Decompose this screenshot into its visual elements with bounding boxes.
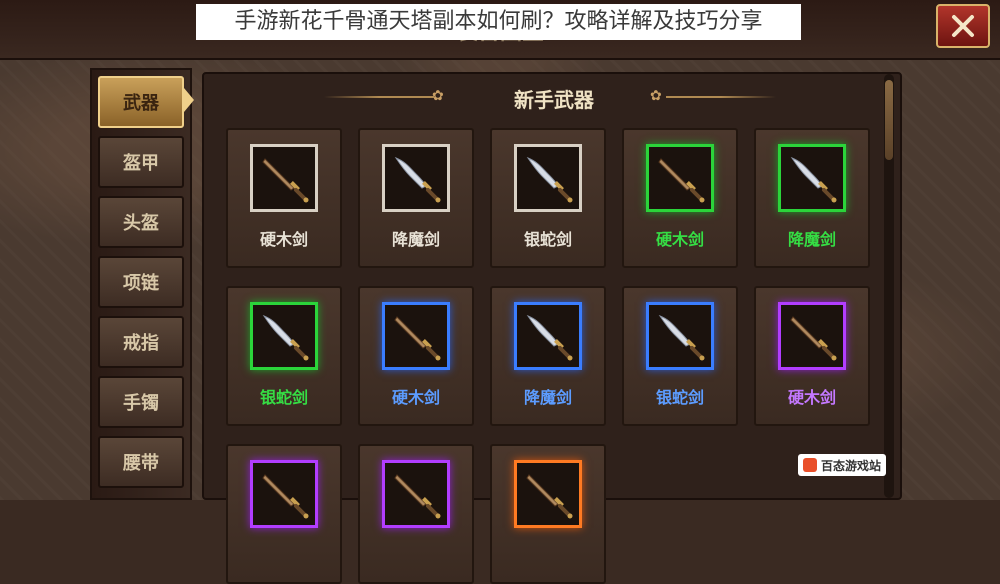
item-card[interactable] <box>490 444 606 584</box>
section-title: 新手武器 <box>514 88 594 112</box>
item-slot <box>250 302 318 370</box>
item-card[interactable]: 银蛇剑 <box>622 286 738 426</box>
close-button[interactable] <box>936 4 990 48</box>
item-card[interactable]: 硬木剑 <box>358 286 474 426</box>
wooden-sword-icon <box>394 316 441 361</box>
item-name: 硬木剑 <box>259 230 308 249</box>
wooden-sword-icon <box>262 158 309 203</box>
item-slot <box>778 302 846 370</box>
item-slot <box>250 460 318 528</box>
item-card[interactable]: 降魔剑 <box>490 286 606 426</box>
article-caption: 手游新花千骨通天塔副本如何刷？攻略详解及技巧分享 <box>196 4 801 40</box>
sidebar-item-0[interactable]: 武器 <box>98 76 184 128</box>
equipment-panel: ✿ 新手武器 ✿ 硬木剑 降魔剑 银蛇剑 硬木剑 降魔剑 银蛇剑 硬木剑 降魔剑 银蛇剑 硬木剑 <box>202 72 902 584</box>
sidebar-item-3[interactable]: 项链 <box>98 256 184 308</box>
sidebar-item-label: 头盔 <box>123 213 159 234</box>
sidebar-item-label: 武器 <box>123 93 159 114</box>
site-logo-icon <box>802 458 817 472</box>
item-name: 降魔剑 <box>787 230 836 249</box>
sidebar-item-4[interactable]: 戒指 <box>98 316 184 368</box>
sidebar-item-6[interactable]: 腰带 <box>98 436 184 488</box>
item-name: 银蛇剑 <box>259 388 308 407</box>
snake-sword-icon <box>262 314 309 361</box>
sidebar-item-label: 项链 <box>123 273 159 294</box>
title-ornament-right <box>666 96 776 98</box>
demon-sword-icon <box>790 156 837 203</box>
item-card[interactable]: 降魔剑 <box>754 128 870 268</box>
item-card[interactable] <box>226 444 342 584</box>
watermark: 百态游戏站 <box>798 454 886 476</box>
sword-icon <box>262 474 309 519</box>
close-icon <box>952 15 974 37</box>
item-card[interactable]: 硬木剑 <box>622 128 738 268</box>
sword-icon <box>394 474 441 519</box>
demon-sword-icon <box>526 314 573 361</box>
snake-sword-icon <box>526 156 573 203</box>
item-slot <box>646 302 714 370</box>
item-card[interactable]: 银蛇剑 <box>490 128 606 268</box>
active-indicator-icon <box>184 88 194 112</box>
item-slot <box>646 144 714 212</box>
sidebar-item-label: 手镯 <box>123 393 159 414</box>
item-card[interactable]: 降魔剑 <box>358 128 474 268</box>
item-card[interactable]: 硬木剑 <box>754 286 870 426</box>
item-slot <box>514 302 582 370</box>
knot-ornament-icon: ✿ <box>650 88 662 104</box>
sidebar-item-1[interactable]: 盔甲 <box>98 136 184 188</box>
scroll-thumb[interactable] <box>885 80 893 160</box>
item-slot <box>250 144 318 212</box>
item-slot <box>382 144 450 212</box>
item-card[interactable]: 银蛇剑 <box>226 286 342 426</box>
sidebar-item-label: 腰带 <box>123 453 159 474</box>
item-slot <box>514 460 582 528</box>
item-scrollbar[interactable] <box>884 74 894 498</box>
wooden-sword-icon <box>790 316 837 361</box>
item-card[interactable] <box>358 444 474 584</box>
item-name: 降魔剑 <box>391 230 440 249</box>
item-name: 降魔剑 <box>523 388 572 407</box>
watermark-text: 百态游戏站 <box>820 458 881 473</box>
sword-icon <box>526 474 573 519</box>
sidebar-item-2[interactable]: 头盔 <box>98 196 184 248</box>
item-slot <box>382 302 450 370</box>
sidebar-item-5[interactable]: 手镯 <box>98 376 184 428</box>
demon-sword-icon <box>394 156 441 203</box>
item-name: 硬木剑 <box>787 388 836 407</box>
item-name: 银蛇剑 <box>523 230 572 249</box>
item-card[interactable]: 硬木剑 <box>226 128 342 268</box>
item-slot <box>382 460 450 528</box>
item-slot <box>514 144 582 212</box>
sidebar-item-label: 盔甲 <box>123 153 159 174</box>
item-name: 硬木剑 <box>391 388 440 407</box>
wooden-sword-icon <box>658 158 705 203</box>
item-name: 银蛇剑 <box>655 388 704 407</box>
item-name: 硬木剑 <box>655 230 704 249</box>
category-sidebar: 武器盔甲头盔项链戒指手镯腰带 <box>90 68 194 500</box>
snake-sword-icon <box>658 314 705 361</box>
sidebar-item-label: 戒指 <box>123 333 159 354</box>
item-slot <box>778 144 846 212</box>
